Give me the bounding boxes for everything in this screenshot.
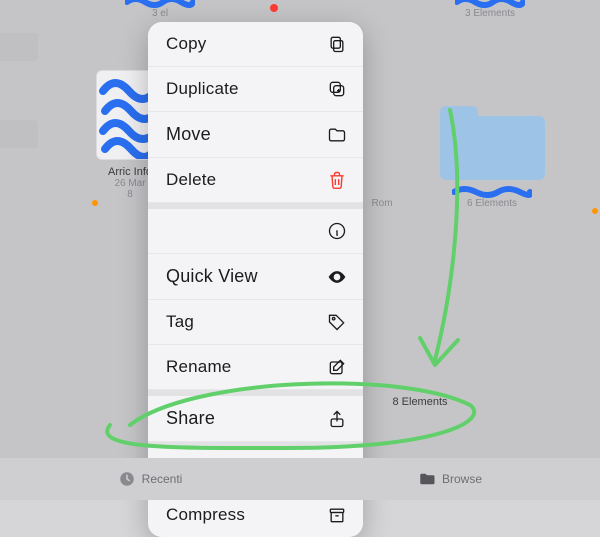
grid-item[interactable]: 3 el [100, 0, 220, 19]
tag-dot-icon [92, 200, 98, 206]
menu-duplicate[interactable]: Duplicate [148, 67, 363, 112]
menu-item-label: Share [166, 408, 215, 429]
redaction-scribble [455, 0, 525, 8]
tab-bar: Recenti Browse [0, 458, 600, 500]
sidebar-item[interactable] [0, 33, 38, 61]
tab-recents[interactable]: Recenti [0, 458, 300, 500]
menu-delete[interactable]: Delete [148, 158, 363, 203]
grid-item-sub: 6 Elements [432, 198, 552, 209]
tag-dot-icon [592, 208, 598, 214]
grid-item-sub: 3 Elements [430, 8, 550, 19]
copy-icon [327, 34, 347, 54]
grid-folder[interactable]: 6 Elements [432, 102, 552, 209]
menu-item-label: Duplicate [166, 79, 239, 99]
menu-item-label: Move [166, 124, 211, 145]
menu-item-label: Delete [166, 170, 216, 190]
redaction-scribble [125, 0, 195, 8]
menu-copy[interactable]: Copy [148, 22, 363, 67]
tag-icon [327, 312, 347, 332]
share-icon [327, 409, 347, 429]
grid-item[interactable]: Rom [362, 198, 402, 209]
tab-browse[interactable]: Browse [300, 458, 600, 500]
grid-item[interactable]: 3 Elements [430, 0, 550, 19]
menu-rename[interactable]: Rename [148, 345, 363, 390]
trash-icon [327, 170, 347, 190]
tab-label: Browse [442, 472, 482, 486]
sidebar-item[interactable] [0, 120, 38, 148]
menu-share[interactable]: Share [148, 396, 363, 442]
duplicate-icon [327, 79, 347, 99]
menu-item-label: Tag [166, 312, 194, 332]
menu-tag[interactable]: Tag [148, 300, 363, 345]
menu-quicklook[interactable]: Quick View [148, 254, 363, 300]
menu-item-label: Compress [166, 505, 245, 525]
info-icon [327, 221, 347, 241]
menu-item-label: Rename [166, 357, 231, 377]
folder-fill-icon [418, 470, 436, 488]
grid-item-sub: 8 Elements [360, 396, 480, 408]
status-dot-icon [270, 4, 278, 12]
folder-icon [440, 102, 545, 180]
eye-icon [327, 267, 347, 287]
folder-icon [327, 125, 347, 145]
menu-move[interactable]: Move [148, 112, 363, 158]
clock-icon [118, 470, 136, 488]
grid-item-label: Rom [362, 198, 402, 209]
archive-icon [327, 505, 347, 525]
grid-item-highlighted[interactable]: 8 Elements [360, 396, 480, 408]
menu-info[interactable] [148, 209, 363, 254]
redaction-scribble [452, 184, 532, 198]
grid-item-sub: 3 el [100, 8, 220, 19]
tab-label: Recenti [142, 472, 183, 486]
menu-item-label: Copy [166, 34, 207, 54]
rename-icon [327, 357, 347, 377]
menu-item-label: Quick View [166, 266, 258, 287]
